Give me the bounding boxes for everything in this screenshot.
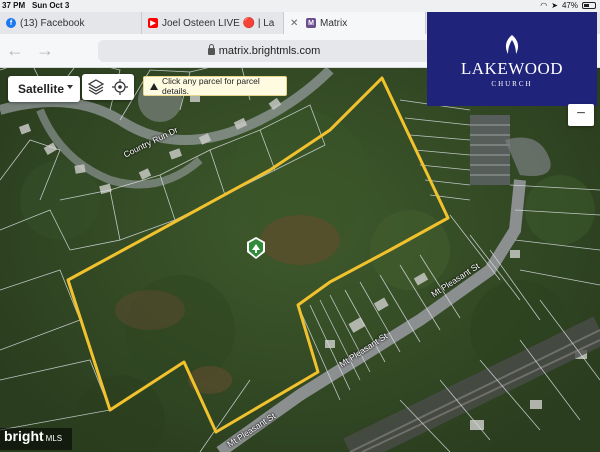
tab-label: Joel Osteen LIVE 🔴 | La: [162, 17, 275, 29]
zoom-out-button[interactable]: −: [568, 104, 594, 126]
wifi-icon: ◠: [540, 1, 548, 10]
overlay-subtitle: CHURCH: [491, 80, 533, 88]
brightmls-watermark: bright MLS: [0, 428, 72, 450]
overlay-title: LAKEWOOD: [460, 59, 564, 78]
map-type-label: Satellite: [18, 82, 65, 96]
chevron-down-icon: [67, 85, 73, 89]
status-indicators: ◠ ➤ 47%: [540, 1, 596, 10]
warning-icon: [150, 82, 158, 90]
tab-youtube[interactable]: ▶ Joel Osteen LIVE 🔴 | La: [142, 12, 284, 34]
facebook-icon: f: [6, 18, 16, 28]
watermark-main: bright: [4, 428, 44, 444]
forward-arrow-icon[interactable]: →: [36, 41, 54, 59]
locate-icon[interactable]: [112, 79, 128, 95]
battery-icon: [582, 2, 596, 9]
parcel-marker-icon[interactable]: [246, 236, 266, 260]
back-arrow-icon[interactable]: ←: [6, 41, 24, 59]
map-tools: [82, 74, 134, 100]
screen: Country Run Dr Mt Pleasant St Mt Pleasan…: [0, 0, 600, 452]
picture-in-picture-video[interactable]: LAKEWOOD CHURCH: [427, 12, 597, 106]
hint-text: Click any parcel for parcel details.: [162, 76, 260, 96]
layers-icon[interactable]: [88, 79, 104, 95]
map-type-select[interactable]: Satellite: [8, 76, 80, 102]
close-icon[interactable]: ✕: [290, 18, 298, 29]
battery-percent: 47%: [561, 1, 578, 10]
tab-label: (13) Facebook: [20, 17, 85, 29]
youtube-icon: ▶: [148, 18, 158, 28]
lakewood-logo-icon: [505, 35, 519, 55]
status-time: 37 PM: [2, 1, 26, 10]
location-icon: ➤: [551, 1, 558, 10]
tab-matrix[interactable]: ✕ M Matrix: [284, 12, 426, 34]
watermark-sub: MLS: [45, 434, 63, 443]
status-date: Sun Oct 3: [32, 1, 70, 10]
lock-icon: [207, 43, 215, 55]
address-field[interactable]: matrix.brightmls.com: [98, 40, 430, 62]
tab-facebook[interactable]: f (13) Facebook: [0, 12, 142, 34]
url-text: matrix.brightmls.com: [218, 45, 321, 57]
parcel-hint: Click any parcel for parcel details.: [143, 76, 287, 96]
matrix-icon: M: [306, 18, 316, 28]
status-bar: 37 PM Sun Oct 3 ◠ ➤ 47%: [0, 0, 600, 12]
tab-label: Matrix: [320, 17, 348, 29]
